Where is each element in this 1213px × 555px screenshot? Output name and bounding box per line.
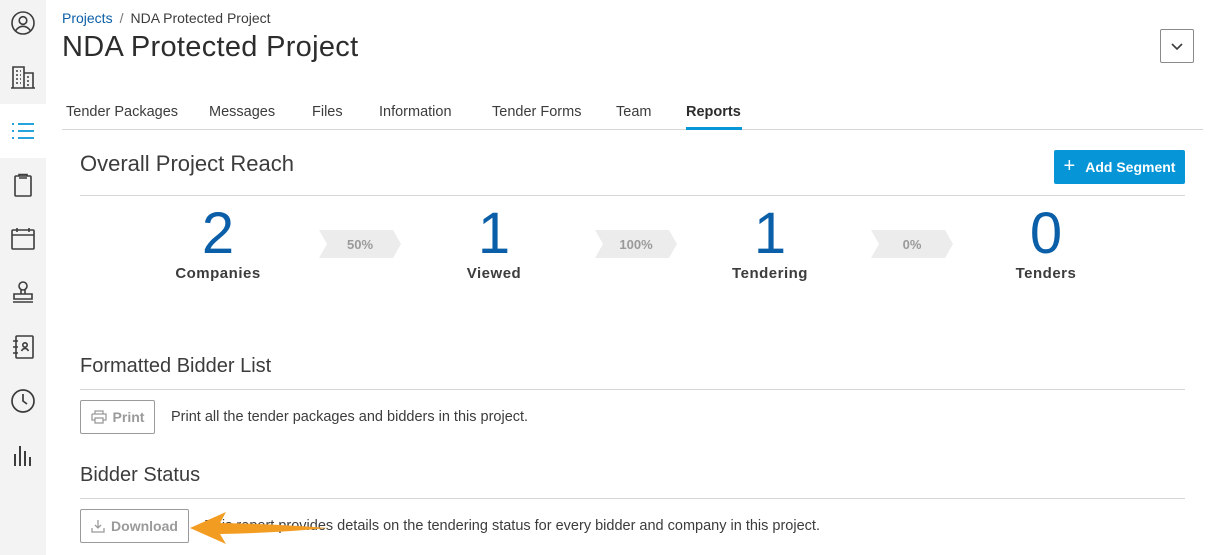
sidebar-item-tasks[interactable] bbox=[0, 158, 46, 212]
bidder-status-title: Bidder Status bbox=[80, 464, 201, 486]
list-icon bbox=[12, 123, 34, 139]
user-circle-icon bbox=[11, 11, 35, 35]
conversion-rate: 50% bbox=[346, 236, 374, 252]
tab-information[interactable]: Information bbox=[379, 104, 452, 120]
page-title: NDA Protected Project bbox=[62, 31, 359, 63]
active-tab-indicator bbox=[686, 127, 742, 130]
calendar-icon bbox=[11, 228, 35, 250]
sidebar-item-history[interactable] bbox=[0, 374, 46, 428]
annotation-arrow-icon bbox=[190, 512, 328, 544]
stat-label: Viewed bbox=[466, 265, 522, 282]
stamp-icon bbox=[13, 281, 33, 303]
clipboard-icon bbox=[14, 173, 32, 197]
project-actions-dropdown[interactable] bbox=[1160, 29, 1194, 63]
breadcrumb-projects-link[interactable]: Projects bbox=[62, 10, 113, 26]
stat-tenders: 0 Tenders bbox=[976, 201, 1116, 283]
bidder-list-divider bbox=[80, 389, 1185, 390]
conversion-rate: 0% bbox=[902, 236, 922, 252]
conversion-arrow: 0% bbox=[871, 230, 953, 258]
download-button-label: Download bbox=[111, 518, 178, 534]
stat-label: Tendering bbox=[732, 265, 808, 282]
stat-value: 0 bbox=[1029, 201, 1063, 266]
sidebar-item-companies[interactable] bbox=[0, 50, 46, 104]
tab-tender-forms[interactable]: Tender Forms bbox=[492, 104, 581, 120]
conversion-rate: 100% bbox=[619, 236, 653, 252]
bar-chart-icon bbox=[14, 446, 31, 466]
clock-icon bbox=[11, 389, 35, 413]
sidebar-item-directory[interactable] bbox=[0, 320, 46, 374]
plus-icon: + bbox=[1063, 155, 1076, 177]
reach-divider bbox=[80, 195, 1185, 196]
breadcrumb-current: NDA Protected Project bbox=[130, 10, 271, 26]
print-button[interactable]: Print bbox=[80, 400, 155, 434]
stat-label: Companies bbox=[175, 265, 261, 282]
bidder-status-divider bbox=[80, 498, 1185, 499]
reach-section-title: Overall Project Reach bbox=[80, 151, 294, 176]
chevron-down-icon bbox=[1171, 43, 1183, 51]
sidebar-item-projects[interactable] bbox=[0, 104, 46, 158]
add-segment-label: Add Segment bbox=[1085, 159, 1176, 175]
project-tabs: Tender Packages Messages Files Informati… bbox=[62, 98, 1203, 130]
tab-reports[interactable]: Reports bbox=[686, 104, 741, 120]
print-button-label: Print bbox=[112, 409, 145, 425]
stat-value: 1 bbox=[753, 201, 787, 266]
printer-icon bbox=[90, 410, 107, 424]
address-book-icon bbox=[13, 335, 34, 359]
download-button[interactable]: Download bbox=[80, 509, 189, 543]
download-icon bbox=[91, 520, 105, 533]
tab-tender-packages[interactable]: Tender Packages bbox=[66, 104, 178, 120]
tab-team[interactable]: Team bbox=[616, 104, 651, 120]
stat-viewed: 1 Viewed bbox=[424, 201, 564, 283]
stat-tendering: 1 Tendering bbox=[700, 201, 840, 283]
breadcrumb: Projects / NDA Protected Project bbox=[62, 10, 271, 26]
conversion-arrow: 50% bbox=[319, 230, 401, 258]
sidebar bbox=[0, 0, 46, 555]
add-segment-button[interactable]: + Add Segment bbox=[1054, 150, 1185, 184]
sidebar-item-approvals[interactable] bbox=[0, 266, 46, 320]
tab-files[interactable]: Files bbox=[312, 104, 343, 120]
sidebar-item-calendar[interactable] bbox=[0, 212, 46, 266]
sidebar-item-analytics[interactable] bbox=[0, 428, 46, 482]
conversion-arrow: 100% bbox=[595, 230, 677, 258]
stat-label: Tenders bbox=[1015, 265, 1077, 282]
stat-value: 1 bbox=[477, 201, 511, 266]
building-icon bbox=[11, 66, 35, 89]
stat-companies: 2 Companies bbox=[148, 201, 288, 283]
stat-value: 2 bbox=[201, 201, 235, 266]
sidebar-item-profile[interactable] bbox=[0, 0, 46, 50]
bidder-list-title: Formatted Bidder List bbox=[80, 355, 272, 377]
tab-messages[interactable]: Messages bbox=[209, 104, 275, 120]
breadcrumb-separator: / bbox=[119, 10, 124, 26]
bidder-list-description: Print all the tender packages and bidder… bbox=[171, 409, 529, 425]
